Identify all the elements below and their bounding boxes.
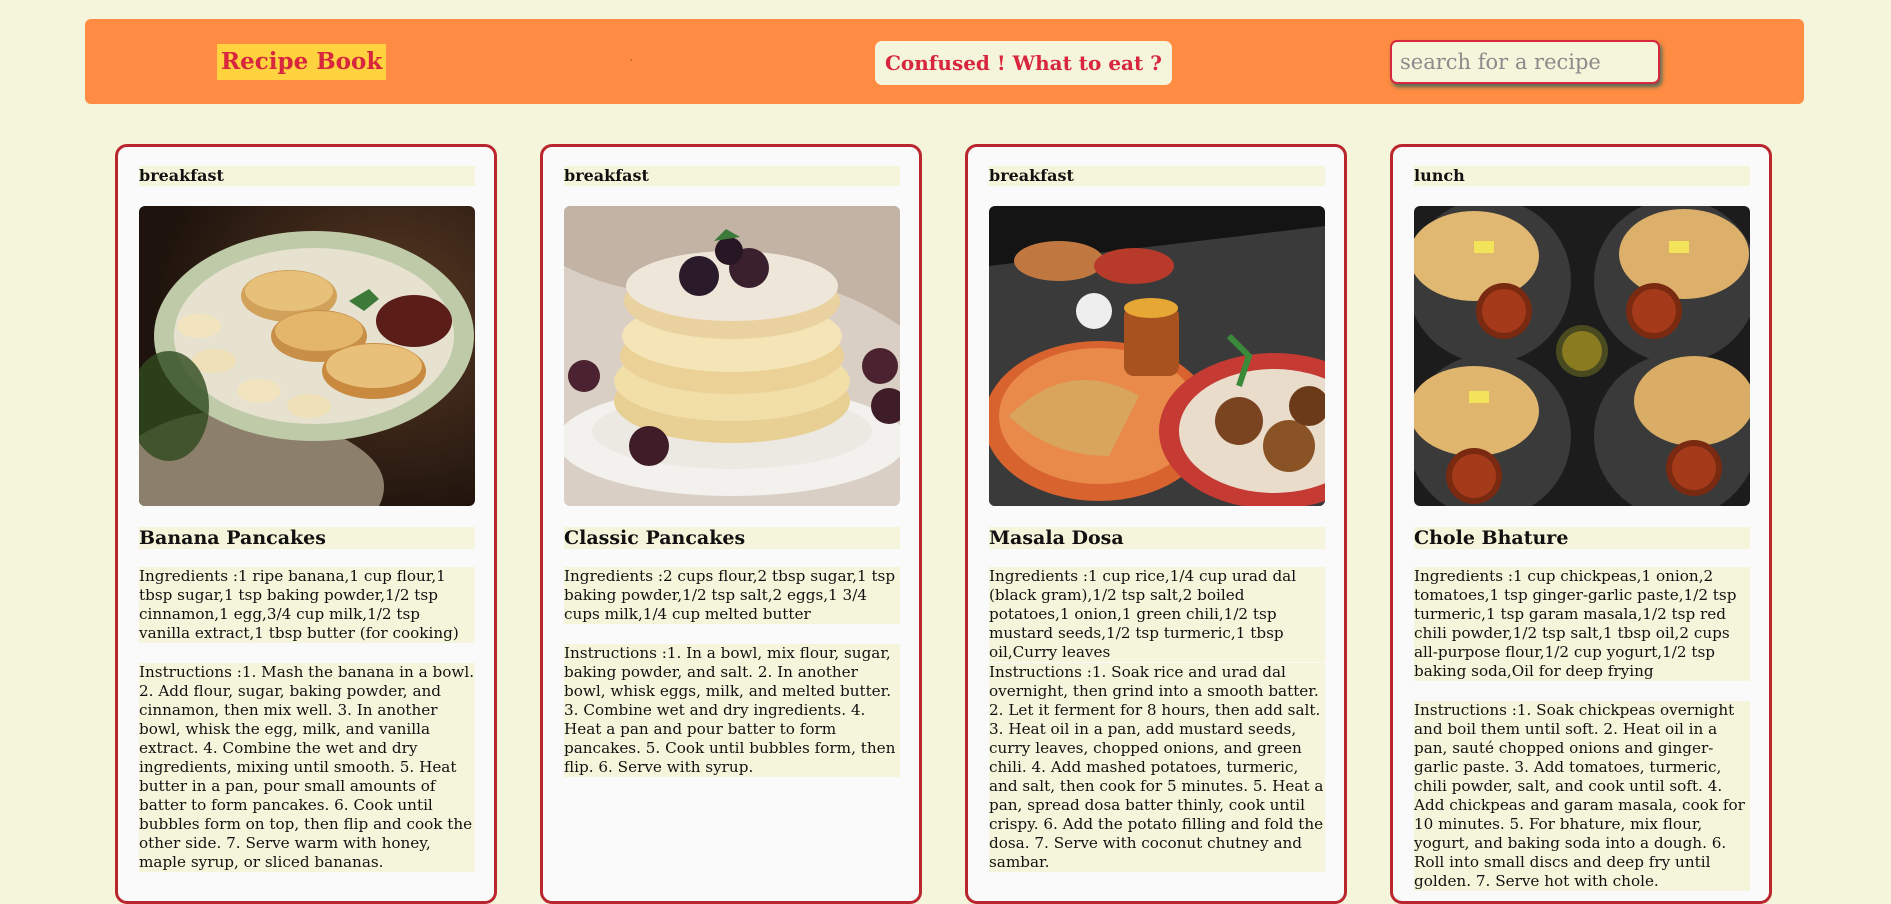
- random-recipe-button[interactable]: Confused ! What to eat ?: [875, 41, 1172, 85]
- recipe-image-masala-dosa: [989, 206, 1325, 506]
- recipe-ingredients: Ingredients :2 cups flour,2 tbsp sugar,1…: [564, 567, 900, 624]
- recipe-title: Masala Dosa: [989, 527, 1325, 549]
- recipe-ingredients: Ingredients :1 cup chickpeas,1 onion,2 t…: [1414, 567, 1750, 681]
- recipe-category: breakfast: [989, 166, 1325, 186]
- recipe-instructions: Instructions :1. Soak rice and urad dal …: [989, 663, 1325, 872]
- recipe-title: Chole Bhature: [1414, 527, 1750, 549]
- recipe-ingredients: Ingredients :1 ripe banana,1 cup flour,1…: [139, 567, 475, 643]
- navbar: Recipe Book Confused ! What to eat ?: [85, 19, 1804, 104]
- recipe-category: breakfast: [564, 166, 900, 186]
- recipe-category: breakfast: [139, 166, 475, 186]
- recipe-card[interactable]: breakfast Banana Pancakes Ingredients:1…: [115, 144, 497, 904]
- recipe-image-banana-pancakes: [139, 206, 475, 506]
- recipe-card[interactable]: breakfast Classic Pancakes Ingredients :…: [540, 144, 922, 904]
- recipe-instructions: Instructions :1. Soak chickpeas overnigh…: [1414, 701, 1750, 891]
- recipe-card[interactable]: breakfast Masala Dosa Ingredients :1 cup…: [965, 144, 1347, 904]
- brand-logo[interactable]: Recipe Book: [217, 44, 387, 80]
- recipe-instructions: Instructions :1. Mash the banana in a bo…: [139, 663, 475, 872]
- recipe-card[interactable]: lunch Chole Bhature Ingredients:1 cup c…: [1390, 144, 1772, 904]
- recipe-category: lunch: [1414, 166, 1750, 186]
- recipe-image-chole-bhature: [1414, 206, 1750, 506]
- recipe-ingredients: Ingredients :1 cup rice,1/4 cup urad dal…: [989, 567, 1325, 662]
- nav-divider-dot: [630, 59, 632, 61]
- recipe-image-classic-pancakes: [564, 206, 900, 506]
- recipe-title: Banana Pancakes: [139, 527, 475, 549]
- search-input[interactable]: [1390, 40, 1660, 84]
- recipe-instructions: Instructions :1. In a bowl, mix flour, s…: [564, 644, 900, 777]
- recipe-title: Classic Pancakes: [564, 527, 900, 549]
